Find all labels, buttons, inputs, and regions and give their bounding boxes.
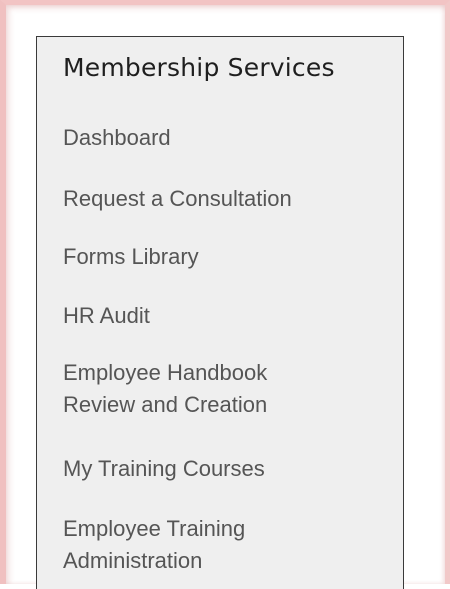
sidebar-item-forms-library[interactable]: Forms Library xyxy=(63,241,383,273)
sidebar-item-request-consultation[interactable]: Request a Consultation xyxy=(63,183,383,215)
sidebar-item-label: Forms Library xyxy=(63,244,199,269)
sidebar-item-label-line1: Employee Training xyxy=(63,516,246,541)
membership-services-sidebar: Membership Services Dashboard Request a … xyxy=(36,36,404,589)
sidebar-item-label-line1: Employee Handbook xyxy=(63,360,268,385)
sidebar-item-hr-audit[interactable]: HR Audit xyxy=(63,300,383,332)
sidebar-item-my-training-courses[interactable]: My Training Courses xyxy=(63,453,383,485)
page-frame: Membership Services Dashboard Request a … xyxy=(0,0,450,589)
sidebar-title: Membership Services xyxy=(63,53,335,82)
sidebar-item-label-line2: Review and Creation xyxy=(63,392,268,417)
sidebar-item-employee-handbook[interactable]: Employee Handbook Review and Creation xyxy=(63,357,383,421)
sidebar-item-label: Dashboard xyxy=(63,125,171,150)
sidebar-item-dashboard[interactable]: Dashboard xyxy=(63,122,383,154)
sidebar-item-label: My Training Courses xyxy=(63,456,265,481)
sidebar-item-employee-training-administration[interactable]: Employee Training Administration xyxy=(63,513,383,577)
sidebar-item-label: HR Audit xyxy=(63,303,150,328)
sidebar-item-label-line2: Administration xyxy=(63,548,203,573)
sidebar-item-label: Request a Consultation xyxy=(63,186,292,211)
